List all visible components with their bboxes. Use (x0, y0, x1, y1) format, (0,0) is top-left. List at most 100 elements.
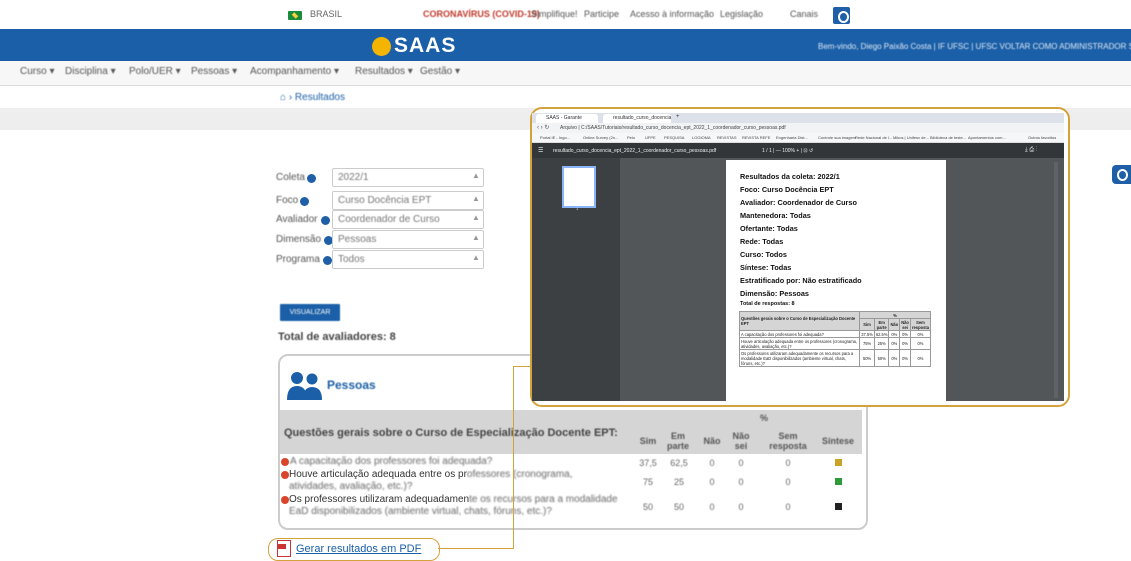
select-dimensao-value: Pessoas (338, 234, 377, 245)
bookmark[interactable]: REVISTAS (717, 135, 737, 140)
pdf-question: Houve articulação adequada entre os prof… (738, 337, 861, 350)
site-logo[interactable]: SAAS (394, 34, 456, 58)
table-row: Questões gerais sobre o Curso de Especia… (738, 311, 931, 331)
cell-em-parte: 62,5 (670, 458, 688, 468)
total-respostas: Total de respostas: 8 (740, 301, 795, 307)
table-row: Houve articulação adequada entre os prof… (738, 337, 932, 350)
user-info[interactable]: Bem-vindo, Diego Paixão Costa | IF UFSC … (818, 42, 1131, 51)
menu-curso[interactable]: Curso ▾ (20, 66, 54, 77)
gov-link-participe[interactable]: Participe (584, 9, 619, 19)
pdf-page-controls[interactable]: 1 / 1 | — 100% + | ⊡ ↺ (762, 148, 813, 154)
accessibility-icon[interactable] (833, 7, 850, 24)
pdf-filename: resultado_curso_docencia_ept_2022_1_coor… (553, 148, 717, 154)
select-avaliador-value: Coordenador de Curso (338, 214, 440, 225)
bookmark[interactable]: PESQUISA (664, 135, 684, 140)
new-tab-button[interactable]: + (676, 114, 680, 120)
bookmark[interactable]: REVISTA REFE (742, 135, 770, 140)
pdf-cell: 0% (909, 349, 932, 367)
pdf-cell: 0% (899, 349, 911, 367)
label-avaliador: Avaliador (276, 214, 318, 225)
status-dot-icon (281, 458, 289, 466)
doc-line: Mantenedora: Todas (740, 211, 811, 220)
gov-link-legislacao[interactable]: Legislação (720, 9, 763, 19)
generate-pdf-link[interactable]: Gerar resultados em PDF (296, 543, 421, 555)
callout-line (513, 366, 514, 549)
pdf-page-thumbnail[interactable] (562, 166, 596, 208)
gov-link-canais[interactable]: Canais (790, 9, 818, 19)
section-title: Pessoas (327, 378, 376, 392)
breadcrumb[interactable]: ⌂ › Resultados (280, 92, 345, 103)
cell-nao: 0 (709, 477, 715, 487)
bookmark[interactable]: Biblioteca de teste... (930, 135, 966, 140)
chevron-down-icon: ▲ (472, 194, 480, 203)
question-3: Os professores utilizaram adequadamente … (289, 494, 618, 517)
gov-brasil-link[interactable]: BRASIL (310, 9, 342, 19)
pdf-cell: 0% (909, 337, 932, 350)
cell-sem-resposta: 0 (785, 502, 791, 512)
menu-resultados[interactable]: Resultados ▾ (355, 66, 413, 77)
menu-polo[interactable]: Polo/UER ▾ (129, 66, 181, 77)
menu-disciplina[interactable]: Disciplina ▾ (65, 66, 116, 77)
doc-line: Síntese: Todas (740, 263, 792, 272)
menu-icon[interactable]: ☰ (538, 147, 543, 154)
bookmark[interactable]: Portal IE - Ingo... (540, 135, 570, 140)
gov-link-simplifique[interactable]: Simplifique! (531, 9, 578, 19)
cell-sem-resposta: 0 (785, 458, 791, 468)
browser-tab[interactable]: SAAS - Garante (536, 114, 598, 123)
info-icon[interactable] (307, 174, 316, 183)
pdf-col: Em parte (873, 318, 890, 331)
pdf-cell: 0% (909, 330, 932, 338)
bookmark[interactable]: Pelo (627, 135, 635, 140)
bookmark[interactable]: Mikos | Unifesv de... (893, 135, 929, 140)
synthesis-square (835, 459, 842, 466)
browser-tab-active[interactable]: resultado_curso_docencia_ept_2 (603, 114, 671, 123)
pdf-question: A capacitação dos professores foi adequa… (738, 330, 861, 338)
cell-sim: 50 (642, 502, 653, 512)
bookmark[interactable]: Online Survey (2n... (583, 135, 618, 140)
people-icon (287, 372, 322, 400)
select-programa-value: Todos (338, 254, 365, 265)
bookmark[interactable]: Controle sua imagem (818, 135, 856, 140)
visualizar-button[interactable]: VISUALIZAR (280, 304, 340, 321)
synthesis-square (835, 478, 842, 485)
gov-link-acesso[interactable]: Acesso à informação (630, 9, 714, 19)
callout-line (438, 548, 514, 549)
pdf-cell: 50% (873, 349, 890, 367)
bookmark[interactable]: Outros favoritos (1028, 135, 1056, 140)
bookmark[interactable]: Apontamentos com... (968, 135, 1006, 140)
gov-link-coronavirus[interactable]: CORONAVÍRUS (COVID-19) (423, 9, 540, 19)
help-icon[interactable] (1112, 165, 1131, 184)
menu-pessoas[interactable]: Pessoas ▾ (191, 66, 237, 77)
info-icon[interactable] (300, 197, 309, 206)
scrollbar[interactable] (1054, 162, 1058, 398)
question-2: Houve articulação adequada entre os prof… (289, 469, 573, 492)
nav-buttons-icon[interactable]: ‹ › ↻ (537, 124, 549, 131)
total-avaliadores: Total de avaliadores: 8 (278, 331, 396, 343)
cell-nao: 0 (709, 458, 715, 468)
col-sim: Sim (639, 436, 657, 446)
status-dot-icon (281, 471, 289, 479)
question-header: Questões gerais sobre o Curso de Especia… (284, 427, 618, 439)
address-text[interactable]: Arquivo | C:/SAAS/Tutoriais/resultado_cu… (560, 125, 786, 131)
download-print-icon[interactable]: ⤓ ⎙ ⋮ (1025, 147, 1037, 154)
cell-em-parte: 25 (673, 477, 684, 487)
bookmark[interactable]: Rede Nacional de l... (855, 135, 892, 140)
bookmark[interactable]: Engenharia Dist... (776, 135, 808, 140)
table-row: Os professores utilizaram adequadamente … (738, 349, 932, 367)
bookmark[interactable]: LOGIOMA (692, 135, 711, 140)
info-icon[interactable] (321, 216, 330, 225)
pdf-icon[interactable] (277, 540, 291, 557)
menu-acompanhamento[interactable]: Acompanhamento ▾ (250, 66, 339, 77)
label-foco: Foco (276, 195, 299, 206)
select-foco-value: Curso Docência EPT (338, 195, 432, 206)
bookmark[interactable]: UFPE (645, 135, 656, 140)
col-nao: Não (703, 436, 721, 446)
doc-line: Ofertante: Todas (740, 224, 798, 233)
callout-line (513, 366, 531, 367)
menu-gestao[interactable]: Gestão ▾ (420, 66, 460, 77)
pdf-cell: 25% (873, 337, 890, 350)
chevron-down-icon: ▲ (472, 213, 480, 222)
pdf-cell: 37.5% (859, 330, 875, 338)
pdf-percent-header: % (859, 311, 931, 319)
info-icon[interactable] (323, 256, 332, 265)
